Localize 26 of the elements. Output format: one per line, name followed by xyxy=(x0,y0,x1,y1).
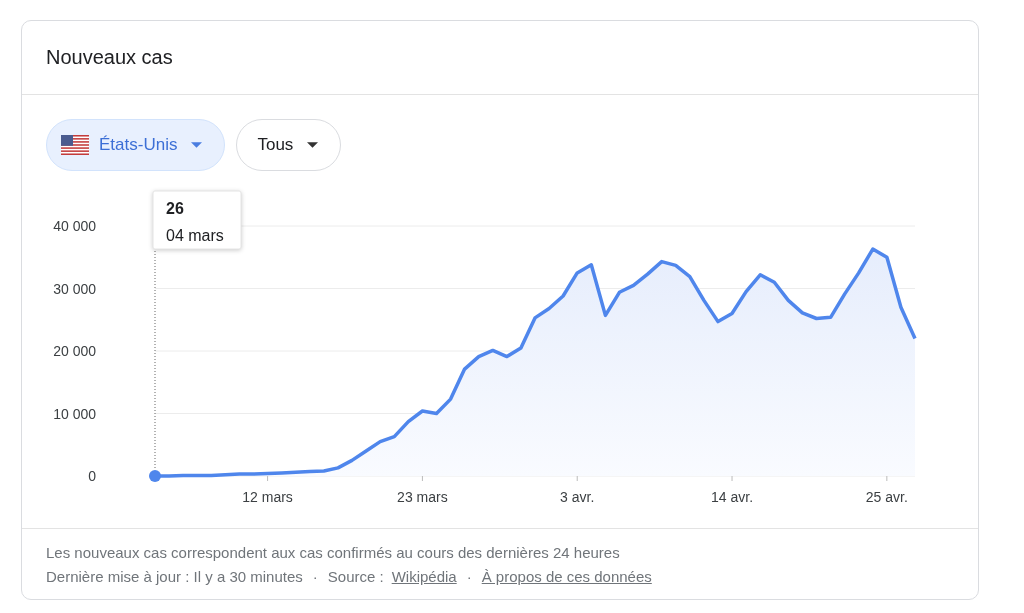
y-axis-label: 20 000 xyxy=(53,343,96,359)
separator-dot: · xyxy=(311,567,319,587)
about-data-link[interactable]: À propos de ces données xyxy=(481,565,652,589)
caret-icon xyxy=(191,142,203,148)
update-time-text: Dernière mise à jour : Il y a 30 minutes xyxy=(46,567,303,587)
x-axis-label: 23 mars xyxy=(397,489,448,505)
y-axis-label: 30 000 xyxy=(53,280,96,297)
separator-dot: · xyxy=(465,567,473,587)
footnote-text: Les nouveaux cas correspondent aux cas confirmés au cours des dernières 24 heures xyxy=(46,543,621,563)
y-axis-label: 0 xyxy=(88,468,96,484)
filter-chip[interactable]: États-Unis xyxy=(46,119,226,171)
source-link[interactable]: Wikipédia xyxy=(391,565,457,589)
y-axis-label: 10 000 xyxy=(53,405,96,422)
flag-icon xyxy=(61,135,89,155)
card-title: Nouveaux cas xyxy=(46,46,173,69)
tooltip-value: 26 xyxy=(166,200,184,217)
data-point xyxy=(149,470,161,482)
x-axis-label: 3 avr. xyxy=(560,489,595,505)
caret-icon xyxy=(307,142,319,148)
source-label: Source : xyxy=(327,567,384,587)
x-axis-label: 25 avr. xyxy=(865,489,908,505)
y-axis-label: 40 000 xyxy=(53,218,96,234)
x-axis-label: 12 mars xyxy=(242,489,293,505)
tooltip-date: 04 mars xyxy=(166,227,224,244)
x-axis-label: 14 avr. xyxy=(711,489,754,505)
filter-chip[interactable]: Tous xyxy=(236,119,342,171)
